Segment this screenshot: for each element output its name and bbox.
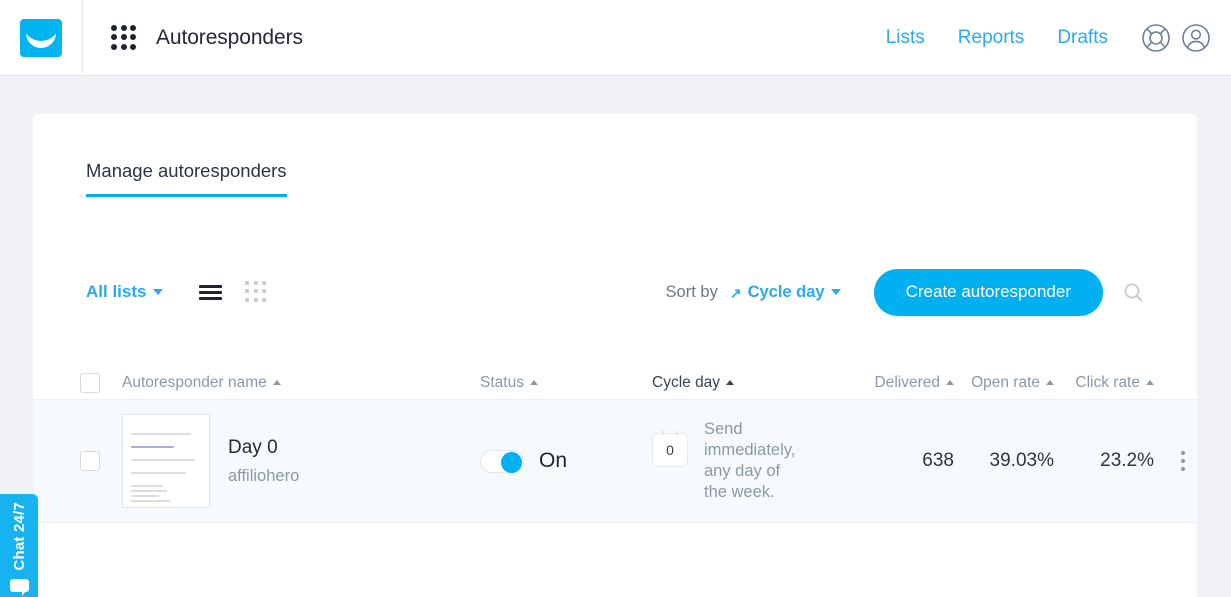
top-bar: Autoresponders Lists Reports Drafts <box>0 0 1231 76</box>
sort-ascending-icon <box>726 380 734 385</box>
apps-dot <box>121 34 127 40</box>
autoresponder-name[interactable]: Day 0 <box>228 437 299 459</box>
sort-ascending-icon <box>1046 380 1054 385</box>
sort-ascending-arrow-icon: ↗ <box>730 286 742 300</box>
row-cycle-day-cell: 0 Send immediately, any day of the week. <box>652 419 864 503</box>
column-header-status[interactable]: Status <box>480 374 538 392</box>
apps-dot <box>130 25 136 31</box>
chat-widget-button[interactable]: Chat 24/7 <box>0 494 38 597</box>
header-cell-name: Autoresponder name <box>122 374 480 392</box>
delivered-value: 638 <box>864 450 954 472</box>
page-title: Autoresponders <box>156 26 303 50</box>
cycle-day-group: 0 Send immediately, any day of the week. <box>652 419 864 503</box>
top-navigation: Lists Reports Drafts <box>886 20 1231 56</box>
nav-item-drafts[interactable]: Drafts <box>1057 27 1108 49</box>
sort-value-label: Cycle day <box>748 283 825 302</box>
sort-ascending-icon <box>946 380 954 385</box>
tab-bar: Manage autoresponders <box>33 114 1197 197</box>
kebab-menu-icon[interactable] <box>1181 451 1185 471</box>
toolbar-right-group: Sort by ↗ Cycle day Create autoresponder <box>666 269 1144 316</box>
header-cell-click-rate: Click rate <box>1054 374 1154 392</box>
apps-dot <box>130 34 136 40</box>
apps-dot <box>121 25 127 31</box>
row-select-checkbox[interactable] <box>80 451 100 471</box>
create-autoresponder-button[interactable]: Create autoresponder <box>874 269 1103 316</box>
status-toggle[interactable] <box>480 450 524 473</box>
toolbar: All lists Sort by ↗ Cycle day Create aut… <box>33 268 1197 316</box>
row-status-cell: On <box>480 449 652 473</box>
column-header-cycle-day[interactable]: Cycle day <box>652 374 734 392</box>
column-header-autoresponder-name[interactable]: Autoresponder name <box>122 374 281 392</box>
nav-item-lists[interactable]: Lists <box>886 27 925 49</box>
toggle-knob <box>501 452 522 473</box>
autoresponders-table: Autoresponder name Status Cycle day <box>33 366 1197 523</box>
tab-manage-autoresponders[interactable]: Manage autoresponders <box>86 160 287 197</box>
sort-by-label: Sort by <box>666 283 718 302</box>
page-body: Manage autoresponders All lists Sort by … <box>0 76 1231 597</box>
row-menu-cell <box>1154 451 1212 471</box>
table-header-row: Autoresponder name Status Cycle day <box>33 366 1197 400</box>
status-label: On <box>539 449 567 473</box>
chevron-down-icon <box>153 289 163 295</box>
row-select-cell <box>80 451 122 471</box>
open-rate-value: 39.03% <box>954 450 1054 472</box>
column-header-open-rate[interactable]: Open rate <box>971 374 1054 392</box>
all-lists-dropdown[interactable]: All lists <box>86 282 163 302</box>
content-card: Manage autoresponders All lists Sort by … <box>33 114 1197 597</box>
header-cell-open-rate: Open rate <box>954 374 1054 392</box>
all-lists-label: All lists <box>86 282 146 302</box>
chat-bubble-icon <box>10 579 29 592</box>
apps-dot <box>121 44 127 50</box>
chevron-down-icon <box>831 289 841 295</box>
sort-ascending-icon <box>1146 380 1154 385</box>
cycle-day-description: Send immediately, any day of the week. <box>704 419 796 503</box>
account-avatar-icon[interactable] <box>1178 20 1214 56</box>
header-cell-delivered: Delivered <box>864 374 954 392</box>
click-rate-value: 23.2% <box>1054 450 1154 472</box>
calendar-icon: 0 <box>652 433 688 467</box>
lifebuoy-icon[interactable] <box>1138 20 1174 56</box>
row-name-cell: Day 0 affiliohero <box>122 414 480 508</box>
column-header-click-rate[interactable]: Click rate <box>1075 374 1154 392</box>
header-cell-status: Status <box>480 374 652 392</box>
mail-logo-icon <box>20 19 62 57</box>
autoresponder-list-name: affiliohero <box>228 467 299 486</box>
apps-dot <box>111 25 117 31</box>
sort-ascending-icon <box>530 380 538 385</box>
header-cell-cycle-day: Cycle day <box>652 374 864 392</box>
select-all-cell <box>80 373 122 393</box>
apps-grid-icon[interactable] <box>111 25 137 51</box>
sort-ascending-icon <box>273 380 281 385</box>
brand-logo-link[interactable] <box>0 0 83 76</box>
apps-dot <box>111 44 117 50</box>
sort-by-dropdown[interactable]: ↗ Cycle day <box>730 283 841 302</box>
grid-view-icon[interactable] <box>245 281 267 303</box>
row-name-block: Day 0 affiliohero <box>228 437 299 486</box>
table-row[interactable]: Day 0 affiliohero On 0 <box>33 400 1197 523</box>
nav-item-reports[interactable]: Reports <box>958 27 1025 49</box>
apps-dot <box>130 44 136 50</box>
search-icon[interactable] <box>1123 282 1144 303</box>
list-view-icon[interactable] <box>199 285 222 300</box>
status-toggle-group: On <box>480 449 652 473</box>
apps-dot <box>111 34 117 40</box>
email-thumbnail-preview[interactable] <box>122 414 210 508</box>
column-header-delivered[interactable]: Delivered <box>875 374 954 392</box>
cycle-day-number: 0 <box>666 442 674 458</box>
select-all-checkbox[interactable] <box>80 373 100 393</box>
chat-widget-label: Chat 24/7 <box>11 502 28 571</box>
